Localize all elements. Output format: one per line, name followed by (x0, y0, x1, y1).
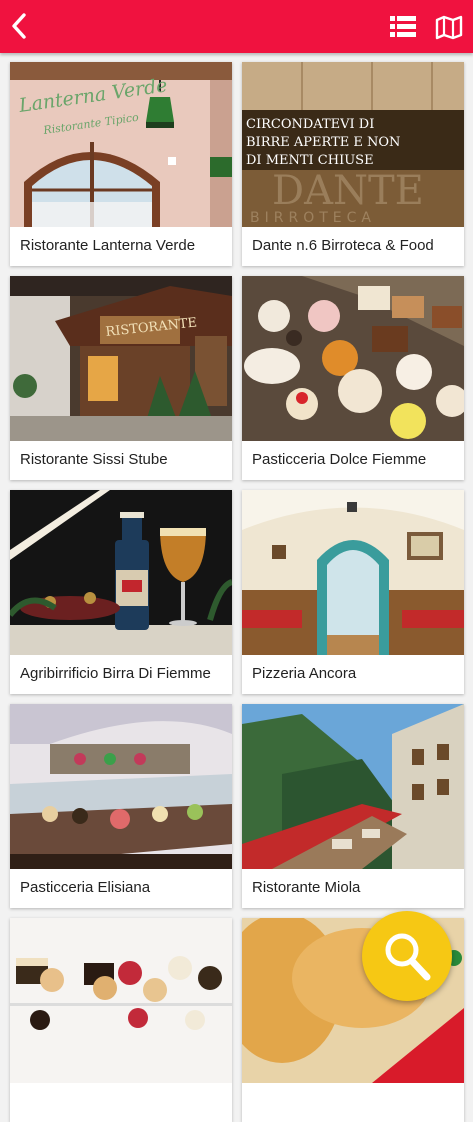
search-button[interactable] (362, 911, 452, 1001)
venue-photo (10, 918, 232, 1083)
venue-title (10, 1083, 232, 1122)
venue-title: Ristorante Miola (252, 879, 361, 896)
venue-card[interactable]: RISTORANTE Ristorante Sissi Stube (10, 276, 232, 480)
venue-card[interactable]: Pizzeria Ancora (242, 490, 464, 694)
watermark-text: DANTE (272, 168, 424, 214)
watermark-subtext: BIRROTECA (250, 210, 376, 226)
back-button[interactable] (6, 11, 34, 41)
search-icon (385, 933, 431, 981)
venue-photo: Lanterna Verde Ristorante Tipico (10, 62, 232, 227)
venue-photo: DANTE BIRROTECA CIRCONDATEVI DI BIRRE AP… (242, 62, 464, 227)
venue-card[interactable]: DANTE BIRROTECA CIRCONDATEVI DI BIRRE AP… (242, 62, 464, 266)
venue-photo (10, 704, 232, 869)
venue-photo: RISTORANTE (10, 276, 232, 441)
venue-photo (242, 704, 464, 869)
sign-line: CIRCONDATEVI DI (246, 117, 374, 132)
venue-photo (10, 490, 232, 655)
venue-title (242, 1083, 464, 1122)
venue-title: Dante n.6 Birroteca & Food (252, 237, 434, 254)
map-button[interactable] (434, 14, 464, 40)
venue-title: Pasticceria Dolce Fiemme (252, 451, 427, 468)
venue-title: Agribirrificio Birra Di Fiemme (20, 665, 211, 682)
venue-card[interactable]: Ristorante Miola (242, 704, 464, 908)
venue-title: Ristorante Lanterna Verde (20, 237, 196, 254)
venue-card[interactable]: Lanterna Verde Ristorante Tipico Ristora… (10, 62, 232, 266)
venue-title: Pasticceria Elisiana (20, 879, 151, 896)
list-view-button[interactable] (388, 14, 418, 40)
map-icon (435, 15, 463, 40)
sign-line: DI MENTI CHIUSE (246, 153, 374, 168)
chevron-left-icon (12, 13, 26, 39)
venue-card[interactable]: Pasticceria Dolce Fiemme (242, 276, 464, 480)
sign-line: BIRRE APERTE E NON (246, 135, 400, 150)
list-view-icon (390, 16, 416, 37)
venue-photo (242, 276, 464, 441)
venue-card[interactable] (10, 918, 232, 1122)
venue-card[interactable]: Agribirrificio Birra Di Fiemme (10, 490, 232, 694)
venue-card[interactable]: Pasticceria Elisiana (10, 704, 232, 908)
venue-title: Ristorante Sissi Stube (20, 451, 168, 468)
venue-photo (242, 490, 464, 655)
venue-title: Pizzeria Ancora (252, 665, 357, 682)
top-app-bar (0, 0, 473, 53)
